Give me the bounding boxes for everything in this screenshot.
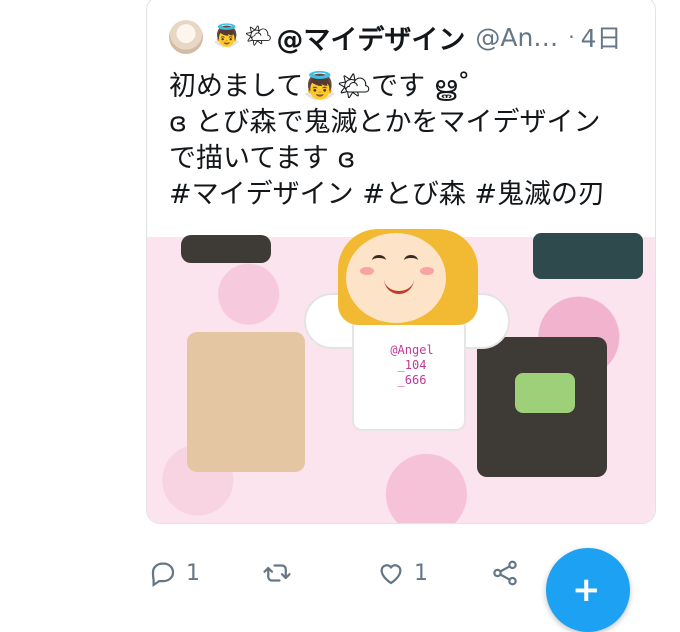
tweet-text: 初めまして👼🌤です ൠ˚ ɞ とび森で鬼滅とかをマイデザイン で描いてます ɞ … xyxy=(169,71,606,210)
tweet-media-image[interactable]: @Angel _104 _666 xyxy=(147,229,655,523)
left-eye xyxy=(372,255,386,266)
angel-character-image: @Angel _104 _666 xyxy=(304,229,510,431)
left-cheek xyxy=(360,267,374,275)
smile xyxy=(384,277,414,294)
box-image xyxy=(533,233,643,279)
angel-face-image xyxy=(346,233,446,323)
right-eye xyxy=(404,255,418,266)
compose-tweet-button[interactable]: + xyxy=(546,548,630,632)
angel-emoji-icon: 👼 xyxy=(213,24,241,49)
right-cheek xyxy=(420,267,434,275)
sun-cloud-emoji-icon: 🌤 xyxy=(244,24,273,49)
heart-icon xyxy=(380,564,402,585)
like-count: 1 xyxy=(414,560,428,586)
shirt-text: @Angel _104 _666 xyxy=(390,343,434,387)
like-button[interactable]: 1 xyxy=(376,558,428,588)
tweet-card[interactable]: 👼 🌤 @マイデザイン @An… · 4日 初めまして👼🌤です ൠ˚ ɞ とび森… xyxy=(146,0,656,524)
beige-dress-image xyxy=(187,332,305,472)
avatar[interactable] xyxy=(169,20,203,54)
reply-icon xyxy=(151,562,175,587)
retweet-button[interactable] xyxy=(262,558,300,588)
user-handle[interactable]: @An… xyxy=(475,23,558,52)
tweet-actions: 1 1 xyxy=(148,558,548,594)
display-name[interactable]: @マイデザイン xyxy=(276,18,465,57)
compose-tweet-icon: + xyxy=(572,570,601,610)
tweet-timestamp[interactable]: 4日 xyxy=(581,19,622,55)
tweet-header: 👼 🌤 @マイデザイン @An… · 4日 xyxy=(169,18,637,57)
reply-button[interactable]: 1 xyxy=(148,558,200,588)
share-button[interactable] xyxy=(490,558,520,588)
reply-count: 1 xyxy=(186,560,200,586)
separator-dot: · xyxy=(568,25,575,49)
green-collar-image xyxy=(515,373,575,413)
dress-top-image xyxy=(181,235,271,263)
share-icon xyxy=(493,560,517,586)
retweet-icon xyxy=(263,564,291,582)
